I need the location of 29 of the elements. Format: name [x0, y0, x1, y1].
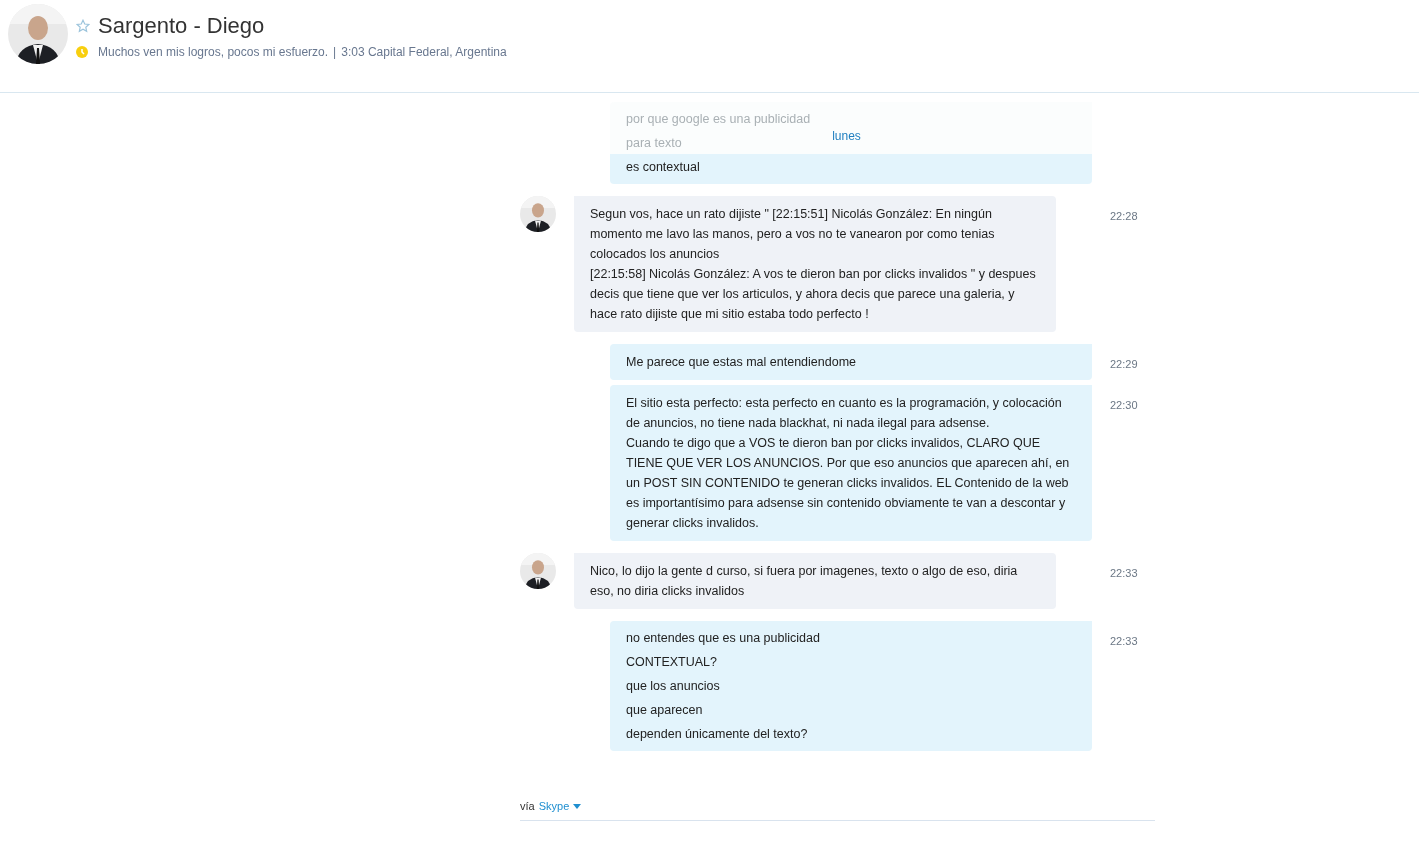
message-text: es contextual — [626, 159, 701, 176]
message-text: [22:15:58] Nicolás González: A vos te dieron ban por clicks invalidos " y despues decis que tiene que ver los articulos, y ahora decis que parece una galeria, y hace rato dijiste que mi sitio estaba todo perfecto ! — [590, 266, 1037, 323]
message-text: por que google es una publicidad — [626, 111, 811, 128]
message-time: 22:29 — [1109, 357, 1138, 372]
message-time: 22:33 — [1109, 566, 1138, 581]
message-text: CONTEXTUAL? — [626, 654, 718, 671]
via-label: vía — [520, 799, 535, 814]
message-text: dependen únicamente del texto? — [626, 726, 809, 743]
message-text: Nico, lo dijo la gente d curso, si fuera por imagenes, texto o algo de eso, diria eso, no diria clicks invalidos — [590, 563, 1019, 600]
mood-message: Muchos ven mis logros, pocos mi esfuerzo. — [98, 44, 329, 61]
message-time: 22:28 — [1109, 209, 1138, 224]
separator: | — [333, 44, 337, 61]
message-text: no entendes que es una publicidad — [626, 630, 821, 647]
message-text: que aparecen — [626, 702, 704, 719]
message-text: Cuando te digo que a VOS te dieron ban por clicks invalidos, CLARO QUE TIENE QUE VER LOS ANUNCIOS. Por que eso anuncios que aparecen ahí, en un POST SIN CONTENIDO te generan clicks invalidos. EL Contenido de la web es importantísimo para adsense sin contenido obviamente te van a descontar y generar clicks invalidos. — [626, 435, 1071, 532]
message-text: que los anuncios — [626, 678, 721, 695]
message-text: para texto — [626, 135, 682, 152]
star-icon[interactable] — [76, 19, 90, 33]
caret-icon — [573, 803, 582, 809]
message-text: El sitio esta perfecto: esta perfecto en cuanto es la programación, y colocación de anuncios, no tiene nada blackhat, ni nada ilegal para adsense. — [626, 395, 1063, 432]
contact-name: Sargento - Diego — [98, 12, 265, 40]
local-time-location: 3:03 Capital Federal, Argentina — [341, 44, 507, 61]
day-label: lunes — [831, 128, 861, 145]
clock-icon — [76, 46, 88, 58]
message-text: Segun vos, hace un rato dijiste " [22:15:51] Nicolás González: En ningún momento me lavo las manos, pero a vos no te vanearon por como tenias colocados los anuncios — [590, 206, 996, 263]
message-time: 22:33 — [1109, 634, 1138, 649]
message-text: Me parece que estas mal entendiendome — [626, 354, 857, 371]
service-selector[interactable]: Skype — [538, 798, 582, 815]
message-time: 22:30 — [1109, 398, 1138, 413]
